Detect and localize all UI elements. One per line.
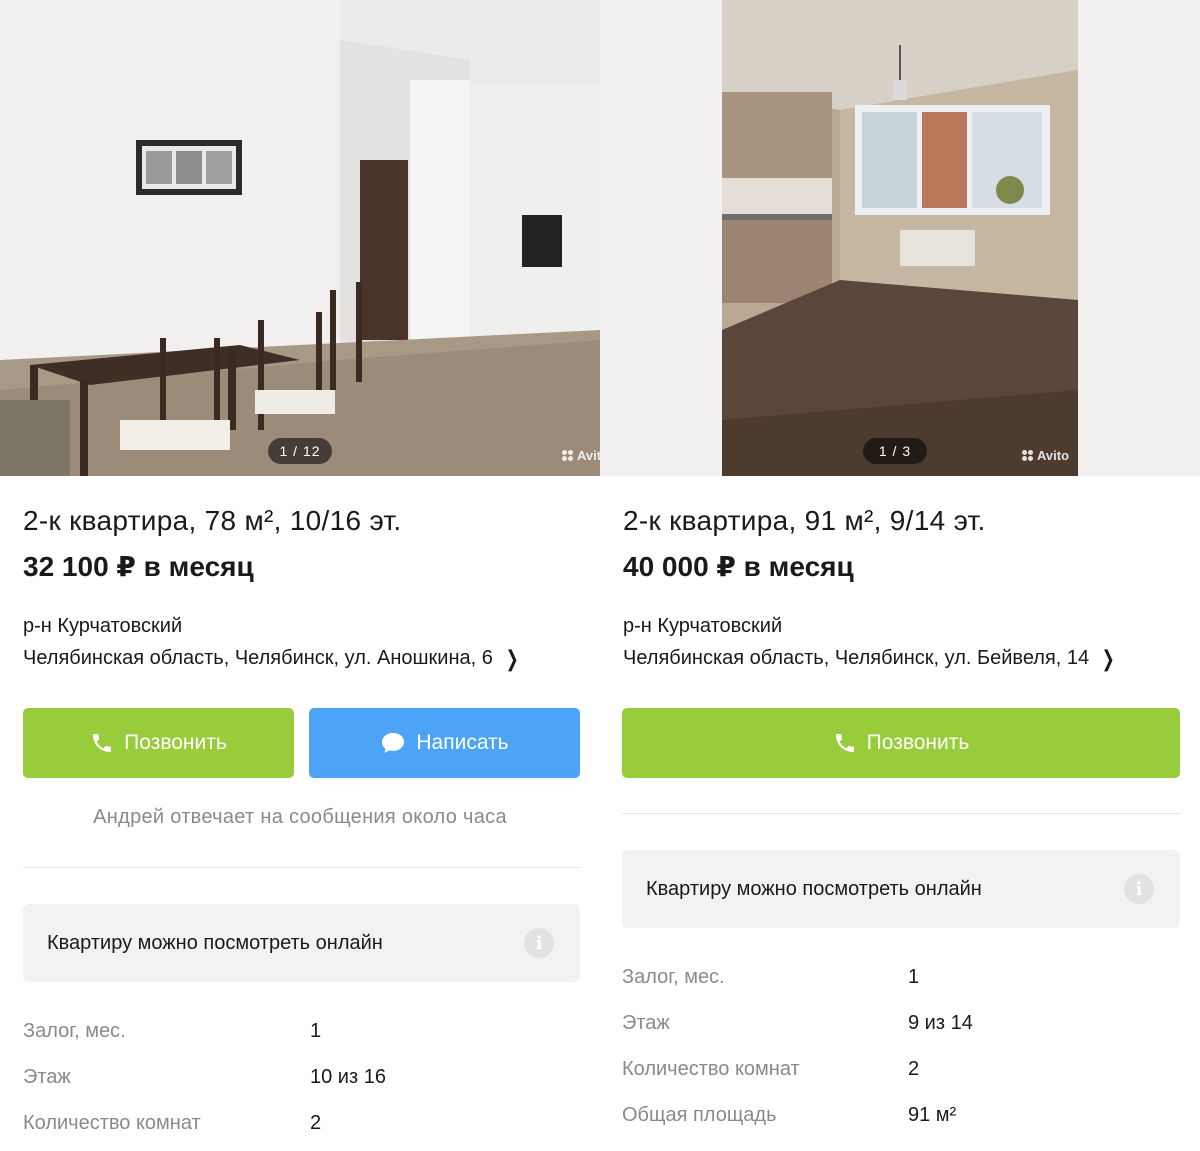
address-text: Челябинская область, Челябинск, ул. Анош… [23, 647, 493, 669]
param-label: Залог, мес. [622, 966, 725, 988]
param-value: 1 [908, 966, 920, 988]
listing-title: 2-к квартира, 91 м², 9/14 эт. [623, 505, 986, 536]
listing-photo[interactable]: 1 / 12 Avito [0, 0, 600, 476]
param-value: 2 [310, 1112, 322, 1134]
listing-title: 2-к квартира, 78 м², 10/16 эт. [23, 505, 402, 536]
online-viewing-banner[interactable]: Квартиру можно посмотреть онлайн i [622, 850, 1180, 928]
call-button-label: Позвонить [124, 731, 227, 754]
avito-logo-icon [562, 449, 574, 462]
param-value: 2 [908, 1058, 920, 1080]
avito-watermark-text: Avito [1037, 448, 1070, 463]
phone-icon [93, 734, 112, 752]
param-label: Общая площадь [622, 1104, 777, 1126]
online-viewing-text: Квартиру можно посмотреть онлайн [646, 877, 982, 900]
listing-district: р-н Курчатовский [623, 615, 783, 637]
params-list: Залог, мес. 1 Этаж 9 из 14 Количество ко… [600, 966, 1200, 1150]
param-value: 9 из 14 [908, 1012, 973, 1034]
param-value: 10 из 16 [310, 1066, 386, 1088]
param-row: Залог, мес. 1 [0, 1020, 600, 1066]
listing-price: 32 100 ₽ в месяц [23, 551, 254, 582]
apartment-photo-living-room [0, 0, 600, 476]
listing-card-2: 1 / 3 Avito 2-к квартира, 91 м², 9/14 эт… [600, 0, 1200, 1151]
avito-watermark: Avito [1022, 448, 1069, 463]
listing-address-link[interactable]: Челябинская область, Челябинск, ул. Анош… [23, 647, 521, 670]
call-button[interactable]: Позвонить [622, 708, 1180, 778]
param-row: Общая площадь 91 м² [600, 1104, 1200, 1150]
info-icon[interactable]: i [524, 928, 554, 958]
param-value: 1 [310, 1020, 322, 1042]
message-button[interactable]: Написать [309, 708, 580, 778]
info-icon[interactable]: i [1124, 874, 1154, 904]
param-label: Количество комнат [23, 1112, 201, 1134]
call-button[interactable]: Позвонить [23, 708, 294, 778]
divider [23, 867, 580, 868]
param-row: Этаж 10 из 16 [0, 1066, 600, 1112]
params-list: Залог, мес. 1 Этаж 10 из 16 Количество к… [0, 1020, 600, 1151]
param-label: Этаж [23, 1066, 71, 1088]
listing-card-1: 1 / 12 Avito 2-к квартира, 78 м², 10/16 … [0, 0, 600, 1151]
param-row: Количество комнат 2 [0, 1112, 600, 1151]
message-button-label: Написать [416, 731, 509, 754]
avito-watermark: Avito [562, 448, 600, 463]
chevron-right-icon: ❯ [1101, 645, 1115, 671]
avito-logo-icon [1022, 449, 1034, 462]
seller-reply-note: Андрей отвечает на сообщения около часа [93, 806, 507, 828]
photo-counter: 1 / 3 [863, 438, 927, 464]
chevron-right-icon: ❯ [505, 645, 519, 671]
listing-price: 40 000 ₽ в месяц [623, 551, 854, 582]
online-viewing-text: Квартиру можно посмотреть онлайн [47, 931, 383, 954]
chat-bubble-icon [382, 733, 405, 753]
address-text: Челябинская область, Челябинск, ул. Бейв… [623, 647, 1090, 669]
apartment-photo-kitchen [600, 0, 1200, 476]
param-row: Этаж 9 из 14 [600, 1012, 1200, 1058]
param-label: Залог, мес. [23, 1020, 126, 1042]
photo-counter: 1 / 12 [268, 438, 332, 464]
param-label: Этаж [622, 1012, 670, 1034]
phone-icon [835, 734, 854, 752]
param-row: Залог, мес. 1 [600, 966, 1200, 1012]
listing-address-link[interactable]: Челябинская область, Челябинск, ул. Бейв… [623, 647, 1118, 670]
listing-photo[interactable]: 1 / 3 Avito [600, 0, 1200, 476]
online-viewing-banner[interactable]: Квартиру можно посмотреть онлайн i [23, 904, 580, 982]
call-button-label: Позвонить [866, 731, 970, 754]
avito-watermark-text: Avito [577, 448, 600, 463]
param-value: 91 м² [908, 1104, 957, 1126]
listing-district: р-н Курчатовский [23, 615, 183, 637]
divider [622, 813, 1180, 814]
param-label: Количество комнат [622, 1058, 800, 1080]
param-row: Количество комнат 2 [600, 1058, 1200, 1104]
